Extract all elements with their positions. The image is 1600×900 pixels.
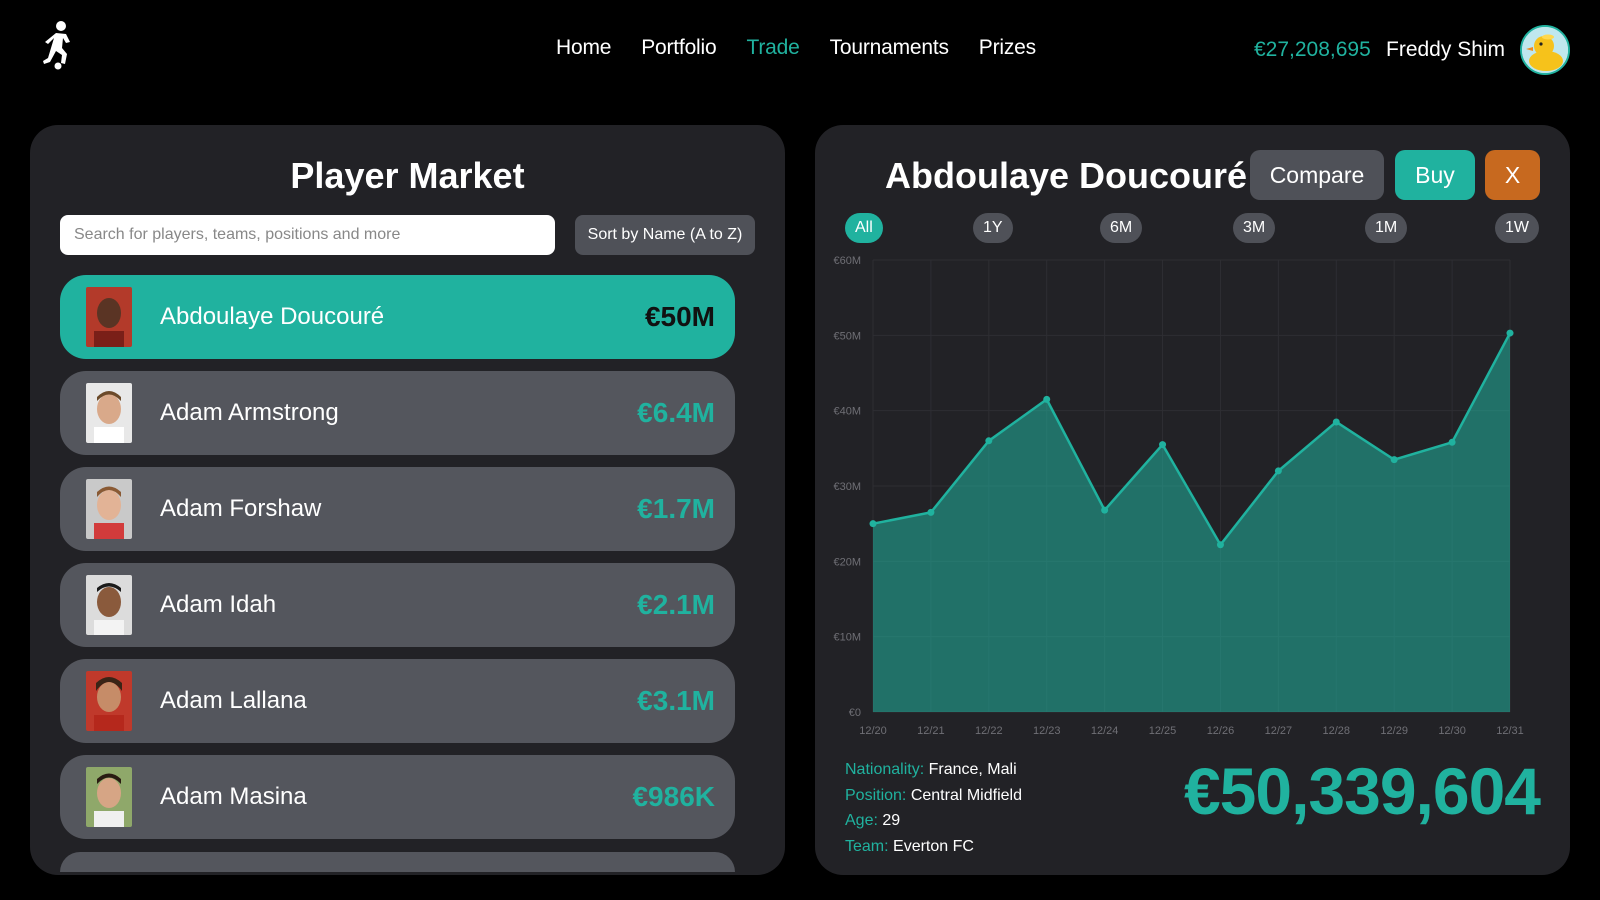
- player-value: €2.1M: [637, 589, 715, 620]
- y-tick-label: €30M: [833, 481, 861, 493]
- x-tick-label: 12/20: [859, 725, 887, 737]
- data-point: [1390, 456, 1398, 464]
- player-row[interactable]: Adam Idah €2.1M: [60, 563, 735, 647]
- current-value: €50,339,604: [1183, 754, 1541, 828]
- player-detail-name: Abdoulaye Doucouré: [885, 155, 1248, 196]
- close-button[interactable]: X: [1485, 150, 1540, 200]
- nav-trade[interactable]: Trade: [746, 36, 799, 60]
- top-navigation-bar: Home Portfolio Trade Tournaments Prizes …: [0, 0, 1600, 100]
- player-row[interactable]: Adam Forshaw €1.7M: [60, 467, 735, 551]
- range-all-button[interactable]: All: [845, 213, 883, 243]
- footballer-logo-icon[interactable]: [36, 20, 76, 70]
- rubber-duck-icon: [1522, 27, 1568, 73]
- main-nav: Home Portfolio Trade Tournaments Prizes: [556, 36, 1066, 60]
- info-nationality: Nationality: France, Mali: [845, 761, 1017, 778]
- y-tick-label: €60M: [833, 255, 861, 267]
- player-detail-panel: Abdoulaye Doucouré Compare Buy X All 1Y …: [815, 125, 1570, 875]
- nav-home[interactable]: Home: [556, 36, 611, 60]
- x-tick-label: 12/26: [1207, 725, 1235, 737]
- x-tick-label: 12/22: [975, 725, 1003, 737]
- data-point: [1159, 441, 1167, 449]
- player-name: Adam Lallana: [160, 687, 307, 714]
- x-tick-label: 12/28: [1323, 725, 1351, 737]
- info-age: Age: 29: [845, 812, 901, 829]
- data-point: [869, 520, 877, 528]
- player-photo: [86, 287, 132, 347]
- nav-portfolio[interactable]: Portfolio: [641, 36, 716, 60]
- nav-tournaments[interactable]: Tournaments: [830, 36, 949, 60]
- data-point: [927, 508, 935, 516]
- player-name: Adam Idah: [160, 591, 277, 618]
- player-value: €986K: [632, 781, 715, 812]
- range-1m-button[interactable]: 1M: [1365, 213, 1408, 243]
- player-name: Adam Forshaw: [160, 495, 322, 522]
- x-tick-label: 12/23: [1033, 725, 1061, 737]
- compare-button[interactable]: Compare: [1250, 150, 1384, 200]
- player-value: €50M: [644, 301, 715, 332]
- data-point: [1043, 395, 1051, 403]
- account-balance: €27,208,695: [1254, 38, 1371, 61]
- player-photo: [86, 575, 132, 635]
- x-tick-label: 12/27: [1265, 725, 1293, 737]
- player-row[interactable]: Abdoulaye Doucouré €50M: [60, 275, 735, 359]
- data-point: [1274, 467, 1282, 475]
- data-point: [1448, 438, 1456, 446]
- data-point: [1332, 418, 1340, 426]
- search-input[interactable]: [60, 215, 555, 255]
- page-title: Player Market: [290, 155, 525, 196]
- data-point: [1216, 541, 1224, 549]
- nav-prizes[interactable]: Prizes: [979, 36, 1036, 60]
- player-row-partial[interactable]: [60, 852, 735, 872]
- player-info: Nationality: France, Mali Position: Cent…: [845, 757, 1022, 859]
- y-tick-label: €40M: [833, 406, 861, 418]
- username[interactable]: Freddy Shim: [1386, 38, 1505, 62]
- x-tick-label: 12/24: [1091, 725, 1119, 737]
- price-chart[interactable]: €0 €10M €20M €30M €40M €50M €60M 12/20 12/21 12/2…: [815, 250, 1570, 745]
- player-row[interactable]: Adam Lallana €3.1M: [60, 659, 735, 743]
- x-tick-label: 12/31: [1496, 725, 1524, 737]
- player-market-panel: Player Market Sort by Name (A to Z) Abdo…: [30, 125, 785, 875]
- player-photo: [86, 479, 132, 539]
- player-photo: [86, 671, 132, 731]
- x-tick-label: 12/25: [1149, 725, 1177, 737]
- range-1y-button[interactable]: 1Y: [973, 213, 1013, 243]
- range-6m-button[interactable]: 6M: [1100, 213, 1143, 243]
- player-list: Abdoulaye Doucouré €50M Adam Armstrong €…: [60, 275, 735, 851]
- y-tick-label: €20M: [833, 556, 861, 568]
- range-1w-button[interactable]: 1W: [1495, 213, 1539, 243]
- player-row[interactable]: Adam Armstrong €6.4M: [60, 371, 735, 455]
- info-team: Team: Everton FC: [845, 837, 974, 855]
- y-tick-label: €50M: [833, 330, 861, 342]
- range-3m-button[interactable]: 3M: [1233, 213, 1276, 243]
- data-point: [1101, 506, 1109, 514]
- data-point: [1506, 329, 1514, 337]
- avatar[interactable]: [1520, 25, 1570, 75]
- player-name: Adam Masina: [160, 783, 307, 810]
- player-photo: [86, 767, 132, 827]
- player-value: €3.1M: [637, 685, 715, 716]
- x-tick-label: 12/29: [1380, 725, 1408, 737]
- series-area: [873, 333, 1510, 712]
- player-name: Adam Armstrong: [160, 399, 339, 426]
- y-tick-label: €10M: [833, 632, 861, 644]
- buy-button[interactable]: Buy: [1395, 150, 1475, 200]
- player-photo: [86, 383, 132, 443]
- player-name: Abdoulaye Doucouré: [160, 303, 385, 330]
- player-value: €1.7M: [637, 493, 715, 524]
- x-tick-label: 12/21: [917, 725, 945, 737]
- y-tick-label: €0: [849, 707, 861, 719]
- player-row[interactable]: Adam Masina €986K: [60, 755, 735, 839]
- x-tick-label: 12/30: [1438, 725, 1466, 737]
- sort-button[interactable]: Sort by Name (A to Z): [575, 215, 755, 255]
- info-position: Position: Central Midfield: [845, 786, 1022, 804]
- player-value: €6.4M: [637, 397, 715, 428]
- data-point: [985, 437, 993, 445]
